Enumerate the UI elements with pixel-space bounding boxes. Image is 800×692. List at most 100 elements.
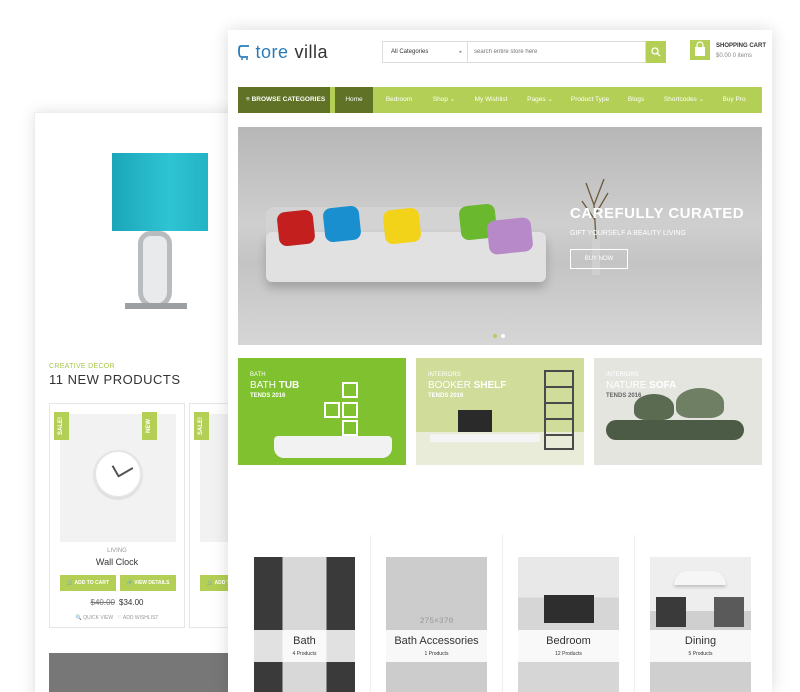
new-badge: NEW xyxy=(142,412,157,440)
banner-booker-shelf[interactable]: INTERIORS BOOKER SHELF TENDS 2016 xyxy=(416,358,584,465)
category-name[interactable]: Bath xyxy=(254,635,355,647)
slider-dot[interactable] xyxy=(501,334,505,338)
section-eyebrow: CREATIVE DECOR xyxy=(49,363,115,370)
nav-item-home[interactable]: Home xyxy=(335,87,373,113)
banner-title: BATH TUB xyxy=(250,380,300,391)
page: CREATIVE DECOR 11 NEW PRODUCTS SALE! NEW… xyxy=(0,0,800,692)
blue-pillow xyxy=(322,205,362,243)
search-button[interactable] xyxy=(646,41,666,63)
product-image[interactable] xyxy=(60,414,176,542)
category-select-value: All Categories xyxy=(391,49,429,55)
view-details-button[interactable]: 🔗 VIEW DETAILS xyxy=(120,575,176,591)
add-to-cart-button[interactable]: 🛒 ADD TO CART xyxy=(60,575,116,591)
lamp-base xyxy=(125,303,187,309)
divider xyxy=(634,535,635,692)
tv-image xyxy=(458,410,492,432)
category-count: 5 Products xyxy=(688,651,713,657)
headboard-image xyxy=(544,595,594,623)
banner-title: NATURE SOFA xyxy=(606,380,677,391)
category-image xyxy=(650,557,751,692)
nav-item-shop[interactable]: Shop ⌄ xyxy=(426,87,462,113)
product-links: 🔍 QUICK VIEW ♡ ADD WISHLIST xyxy=(50,615,184,621)
banner-tag: TENDS 2016 xyxy=(250,393,286,399)
category-tile-bath[interactable]: Bath 4 Products xyxy=(254,557,355,692)
buy-now-button[interactable]: BUY NOW xyxy=(570,249,628,269)
search-icon xyxy=(651,47,661,57)
cart-summary: $0.00 0 items xyxy=(716,53,753,59)
nav-item-pages[interactable]: Pages ⌄ xyxy=(522,87,558,113)
logo-cart-icon xyxy=(238,42,256,62)
logo[interactable]: tore villa xyxy=(238,42,328,63)
secondary-page-preview: CREATIVE DECOR 11 NEW PRODUCTS SALE! NEW… xyxy=(34,112,254,692)
nav-item-blogs[interactable]: Blogs xyxy=(622,87,650,113)
product-name[interactable]: Wall Clock xyxy=(50,557,184,567)
sofa-image xyxy=(606,420,744,440)
cart-icon: 🛒 xyxy=(207,580,215,586)
sofa-back-leaf xyxy=(676,388,724,418)
category-count: 1 Products xyxy=(424,651,449,657)
wall-art-image xyxy=(656,597,686,627)
divider xyxy=(502,535,503,692)
category-image xyxy=(518,557,619,692)
banner-eyebrow: BATH xyxy=(250,372,266,378)
logo-text-villa: villa xyxy=(294,42,329,62)
category-tile-bedroom[interactable]: Bedroom 12 Products xyxy=(518,557,619,692)
search-icon: 🔍 xyxy=(75,615,84,621)
banner-eyebrow: INTERIORS xyxy=(606,372,639,378)
slider-dot-active[interactable] xyxy=(493,334,497,338)
hero-title: CAREFULLY CURATED xyxy=(570,205,745,222)
banner-bath-tub[interactable]: BATH BATH TUB TENDS 2016 xyxy=(238,358,406,465)
category-name[interactable]: Dining xyxy=(650,635,751,647)
lamp-stem xyxy=(138,231,172,309)
shelf-cube xyxy=(342,382,358,398)
cart-icon: 🛒 xyxy=(67,580,75,586)
wall-art-image xyxy=(714,597,744,627)
lamp-image xyxy=(105,153,215,323)
product-card[interactable]: SALE! NEW LIVING Wall Clock 🛒 ADD TO CAR… xyxy=(49,403,185,628)
category-tile-bath-accessories[interactable]: 275×370 Bath Accessories 1 Products xyxy=(386,557,487,692)
nav-item-product-type[interactable]: Product Type xyxy=(562,87,618,113)
divider xyxy=(370,535,371,692)
nav-item-buy-pro[interactable]: Buy Pro xyxy=(716,87,752,113)
current-price: $34.00 xyxy=(119,598,144,607)
sale-badge: SALE! xyxy=(54,412,69,440)
cart-title[interactable]: SHOPPING CART xyxy=(716,43,766,49)
hero-slider[interactable]: CAREFULLY CURATED GIFT YOURSELF A BEAUTY… xyxy=(238,127,762,345)
category-name[interactable]: Bath Accessories xyxy=(386,635,487,647)
category-tile-dining[interactable]: Dining 5 Products xyxy=(650,557,751,692)
nav-item-my-wishlist[interactable]: My Wishlist xyxy=(466,87,516,113)
category-count: 4 Products xyxy=(292,651,317,657)
shelf-cube xyxy=(324,402,340,418)
main-page-preview: torevilla All Categories ▸ SHOPPING CART… xyxy=(228,30,772,692)
browse-categories-button[interactable]: ≡ BROWSE CATEGORIES xyxy=(238,87,330,113)
banner-eyebrow: INTERIORS xyxy=(428,372,461,378)
banner-tag: TENDS 2016 xyxy=(606,393,642,399)
category-image xyxy=(254,557,355,692)
pendant-lamp-image xyxy=(674,571,726,585)
bathtub-image xyxy=(274,436,392,458)
red-pillow xyxy=(276,209,316,247)
main-navigation: ≡ BROWSE CATEGORIES Home Bedroom Shop ⌄ … xyxy=(238,87,762,113)
banner-tag: TENDS 2016 xyxy=(428,393,464,399)
search-input[interactable] xyxy=(468,41,646,63)
section-heading: 11 NEW PRODUCTS xyxy=(49,372,181,387)
placeholder-size: 275×370 xyxy=(419,617,454,626)
product-price: $40.00 $34.00 xyxy=(50,598,184,607)
banner-image xyxy=(49,653,249,692)
nav-item-bedroom[interactable]: Bedroom xyxy=(378,87,420,113)
banner-nature-sofa[interactable]: INTERIORS NATURE SOFA TENDS 2016 xyxy=(594,358,762,465)
add-wishlist-link[interactable]: ♡ ADD WISHLIST xyxy=(117,615,158,621)
shelf-cube xyxy=(342,420,358,436)
nav-item-shortcodes[interactable]: Shortcodes ⌄ xyxy=(658,87,710,113)
purple-pillow xyxy=(486,216,534,256)
category-select[interactable]: All Categories ▸ xyxy=(382,41,468,63)
add-to-cart-label: ADD TO CART xyxy=(74,580,109,586)
product-category: LIVING xyxy=(107,548,127,554)
category-name[interactable]: Bedroom xyxy=(518,635,619,647)
tv-stand xyxy=(430,434,540,442)
shopping-bag-icon[interactable] xyxy=(690,40,710,60)
view-details-label: VIEW DETAILS xyxy=(134,580,170,586)
quick-view-link[interactable]: 🔍 QUICK VIEW xyxy=(76,615,114,621)
sale-badge: SALE! xyxy=(194,412,209,440)
old-price: $40.00 xyxy=(90,598,115,607)
